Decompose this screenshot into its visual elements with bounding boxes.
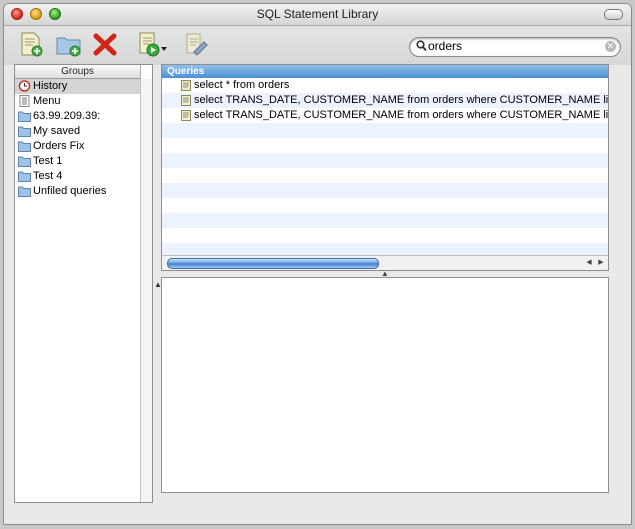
window-bottom-bar [4,504,631,524]
empty-row [162,168,608,183]
toolbar-toggle-button[interactable] [604,9,623,20]
group-item-label: Test 1 [33,155,63,167]
group-item-menu[interactable]: Menu [15,94,140,109]
red-x-delete-icon [93,33,117,56]
group-item-label: My saved [33,125,81,137]
query-editor[interactable]: ▲ [154,277,609,493]
title-bar: SQL Statement Library [4,4,631,26]
app-window: SQL Statement Library orders ✕ Groups Hi… [3,3,632,525]
folder-icon [18,156,31,167]
search-icon [416,40,427,52]
empty-row [162,183,608,198]
group-item-my-saved[interactable]: My saved [15,124,140,139]
folder-icon [18,111,31,122]
group-item-history[interactable]: History [15,79,140,94]
empty-row [162,138,608,153]
empty-row [162,123,608,138]
folder-icon [18,126,31,137]
window-title: SQL Statement Library [256,7,379,21]
group-item-label: 63.99.209.39: [33,110,101,122]
empty-row [162,198,608,213]
sql-document-icon [181,95,191,106]
groups-header[interactable]: Groups [15,65,141,79]
sql-document-icon [181,110,191,121]
folder-icon [18,171,31,182]
group-item-server[interactable]: 63.99.209.39: [15,109,140,124]
query-row[interactable]: select TRANS_DATE, CUSTOMER_NAME from or… [162,108,608,123]
empty-row [162,213,608,228]
clear-search-icon[interactable]: ✕ [605,41,616,52]
group-item-test-1[interactable]: Test 1 [15,154,140,169]
query-row[interactable]: select * from orders [162,78,608,93]
new-folder-plus-icon [56,37,81,57]
group-item-label: Unfiled queries [33,185,107,197]
query-text: select TRANS_DATE, CUSTOMER_NAME from or… [194,94,609,106]
query-text: select TRANS_DATE, CUSTOMER_NAME from or… [194,109,609,121]
list-icon [19,95,30,107]
group-item-label: History [33,80,68,92]
search-input[interactable] [428,39,598,53]
scroll-left-arrow-icon[interactable]: ◀ [584,258,594,267]
group-item-label: Menu [33,95,61,107]
run-query-menu-button[interactable] [136,30,170,58]
queries-horizontal-scrollbar[interactable]: ◀ ▶ [162,255,608,270]
new-document-plus-icon [21,32,43,57]
group-item-unfiled[interactable]: Unfiled queries [15,184,140,199]
queries-table: Queries select * from orders select TRAN… [161,64,609,271]
sql-document-icon [181,80,191,91]
scroll-right-arrow-icon[interactable]: ▶ [596,258,606,267]
delete-button[interactable] [91,30,119,58]
group-item-label: Orders Fix [33,140,85,152]
new-query-button[interactable] [17,30,45,58]
folder-icon [18,186,31,197]
new-group-button[interactable] [55,30,83,58]
collapse-caret-icon[interactable]: ▲ [154,280,162,289]
toolbar: ✕ [4,26,631,65]
empty-row [162,228,608,243]
clock-icon [18,80,31,92]
folder-icon [18,141,31,152]
edit-query-button[interactable] [182,30,210,58]
groups-scrollbar[interactable] [140,79,152,502]
split-view-divider[interactable]: ▲ [161,270,609,278]
query-text: select * from orders [194,79,290,91]
query-row[interactable]: select TRANS_DATE, CUSTOMER_NAME from or… [162,93,608,108]
group-item-label: Test 4 [33,170,63,182]
scrollbar-thumb[interactable] [167,258,379,269]
run-query-icon [139,32,167,57]
groups-panel: Groups History Menu 63.99.209.39: My sav… [14,64,153,503]
search-field[interactable]: ✕ [409,37,621,57]
group-item-orders-fix[interactable]: Orders Fix [15,139,140,154]
queries-column-header[interactable]: Queries [162,65,608,78]
group-item-test-4[interactable]: Test 4 [15,169,140,184]
empty-row [162,153,608,168]
edit-query-icon [186,33,208,56]
